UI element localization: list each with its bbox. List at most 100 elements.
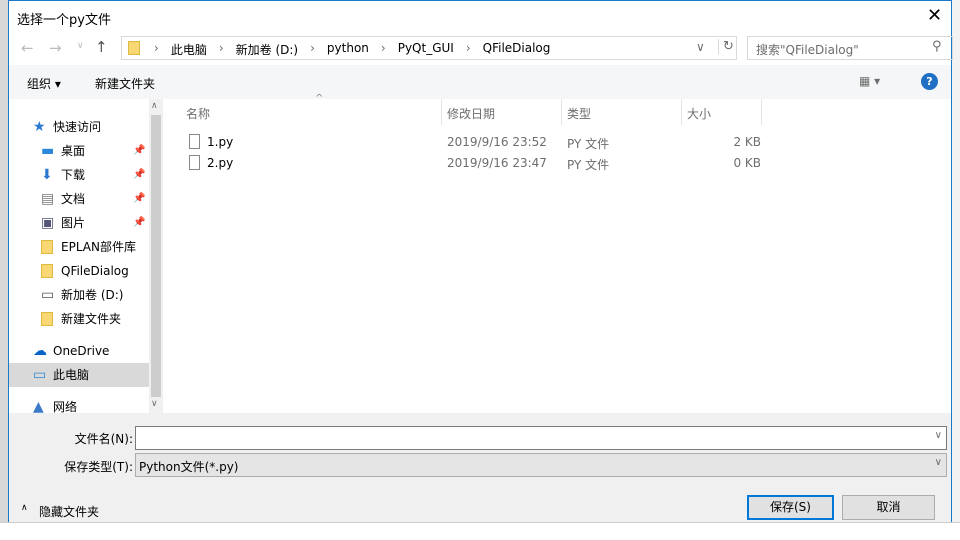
file-date: 2019/9/16 23:52: [447, 135, 547, 149]
document-icon: ▤: [41, 191, 55, 207]
ide-editor-area: [0, 522, 960, 540]
hide-folders-button[interactable]: 隐藏文件夹: [39, 503, 99, 520]
sidebar-item-label: 新加卷 (D:): [61, 288, 124, 302]
breadcrumb-item[interactable]: python: [327, 41, 369, 58]
sidebar-item[interactable]: ☁ OneDrive: [9, 339, 149, 363]
file-type: PY 文件: [567, 137, 610, 151]
sidebar-item[interactable]: ▭ 此电脑: [9, 363, 149, 387]
chevron-up-icon[interactable]: ∧: [21, 503, 28, 513]
file-icon: [189, 134, 200, 149]
address-bar[interactable]: › 此电脑 › 新加卷 (D:) › python › PyQt_GUI › QFileDialo…: [121, 36, 737, 60]
breadcrumb-item[interactable]: 新加卷 (D:): [236, 41, 298, 58]
breadcrumb-separator-icon[interactable]: ›: [381, 41, 386, 58]
save-button[interactable]: 保存(S): [747, 495, 834, 520]
sidebar-item[interactable]: ▭ 新加卷 (D:): [9, 283, 149, 307]
breadcrumb-separator-icon[interactable]: ›: [154, 41, 159, 58]
sidebar-item[interactable]: QFileDialog: [9, 259, 149, 283]
sidebar-item-label: 文档: [61, 192, 86, 206]
scrollbar-thumb[interactable]: [151, 115, 161, 397]
sidebar-item[interactable]: ⬇ 下载 📌: [9, 163, 149, 187]
pin-icon: 📌: [133, 169, 146, 180]
column-name[interactable]: 名称: [186, 105, 210, 122]
column-date[interactable]: 修改日期: [447, 105, 495, 122]
close-icon[interactable]: ✕: [927, 5, 942, 26]
file-row[interactable]: 1.py 2019/9/16 23:52 PY 文件 2 KB: [181, 132, 771, 153]
breadcrumb: › 此电脑 › 新加卷 (D:) › python › PyQt_GUI › QFileDialo…: [148, 41, 550, 58]
file-size: 0 KB: [733, 156, 761, 170]
cloud-icon: ☁: [33, 343, 47, 359]
folder-icon: [41, 240, 53, 254]
folder-icon: [128, 41, 140, 55]
sidebar-item-label: 图片: [61, 216, 86, 230]
sidebar-item[interactable]: 新建文件夹: [9, 307, 149, 331]
view-options-icon[interactable]: ▦ ▾: [859, 74, 880, 88]
sidebar-item-label: EPLAN部件库: [61, 240, 136, 254]
organize-button[interactable]: 组织 ▾: [27, 75, 61, 92]
sidebar-item-label: 快速访问: [53, 120, 102, 134]
filename-label: 文件名(N):: [74, 432, 133, 446]
refresh-icon[interactable]: ↻: [718, 39, 734, 54]
breadcrumb-item[interactable]: 此电脑: [171, 41, 207, 58]
forward-icon[interactable]: →: [49, 39, 62, 57]
cancel-button[interactable]: 取消: [842, 495, 935, 520]
search-icon: ⚲: [932, 39, 942, 54]
search-placeholder: 搜索"QFileDialog": [756, 43, 859, 57]
chevron-down-icon[interactable]: ∨: [935, 457, 942, 468]
window-title: 选择一个py文件: [17, 13, 111, 28]
back-icon[interactable]: ←: [21, 39, 34, 57]
star-icon: ★: [33, 119, 46, 135]
breadcrumb-item[interactable]: QFileDialog: [483, 41, 551, 58]
file-name: 1.py: [207, 135, 234, 149]
sidebar-item[interactable]: EPLAN部件库: [9, 235, 149, 259]
sort-ascending-icon: ^: [315, 93, 324, 104]
new-folder-button[interactable]: 新建文件夹: [95, 75, 155, 92]
sidebar-item-label: QFileDialog: [61, 264, 129, 278]
filetype-value: Python文件(*.py): [139, 460, 239, 474]
filetype-select[interactable]: Python文件(*.py) ∨: [135, 453, 947, 477]
sidebar-item[interactable]: ★ 快速访问: [9, 115, 149, 139]
file-size: 2 KB: [733, 135, 761, 149]
column-type[interactable]: 类型: [567, 105, 591, 122]
toolbar: 组织 ▾ 新建文件夹 ▦ ▾ ?: [9, 65, 951, 99]
sidebar-item-label: 新建文件夹: [61, 312, 122, 326]
navigation-pane: ★ 快速访问 ▬ 桌面 📌 ⬇ 下载 📌 ▤ 文档 📌 ▣ 图片 📌 EPLAN部件库 QFileDialog…: [9, 99, 163, 415]
sidebar-item-label: OneDrive: [53, 344, 110, 358]
breadcrumb-separator-icon[interactable]: ›: [310, 41, 315, 58]
scroll-down-icon[interactable]: ∨: [151, 399, 158, 409]
breadcrumb-separator-icon[interactable]: ›: [466, 41, 471, 58]
help-icon[interactable]: ?: [921, 73, 938, 90]
desktop-icon: ▬: [41, 143, 55, 159]
pin-icon: 📌: [133, 217, 146, 228]
recent-chevron-icon[interactable]: ∨: [77, 41, 84, 51]
sidebar-item-label: 此电脑: [53, 368, 90, 382]
breadcrumb-separator-icon[interactable]: ›: [219, 41, 224, 58]
drive-icon: ▭: [41, 287, 55, 303]
sidebar-item-label: 下载: [61, 168, 86, 182]
pin-icon: 📌: [133, 193, 146, 204]
sidebar-item[interactable]: ▤ 文档 📌: [9, 187, 149, 211]
download-icon: ⬇: [41, 167, 53, 183]
up-icon[interactable]: ↑: [95, 38, 108, 56]
file-list-header: ^ 名称 修改日期 类型 大小: [171, 93, 951, 125]
filetype-label: 保存类型(T):: [64, 460, 133, 474]
picture-icon: ▣: [41, 215, 55, 231]
folder-icon: [41, 312, 53, 326]
file-icon: [189, 155, 200, 170]
chevron-down-icon[interactable]: ∨: [696, 40, 705, 54]
file-type: PY 文件: [567, 158, 610, 172]
file-name: 2.py: [207, 156, 234, 170]
search-input[interactable]: 搜索"QFileDialog" ⚲: [747, 36, 953, 60]
file-dialog: 选择一个py文件 ✕ ← → ∨ ↑ › 此电脑 › 新加卷 (D:) › python ›…: [8, 0, 953, 522]
breadcrumb-item[interactable]: PyQt_GUI: [398, 41, 454, 58]
sidebar-item[interactable]: ▬ 桌面 📌: [9, 139, 149, 163]
folder-icon: [41, 264, 53, 278]
column-size[interactable]: 大小: [687, 105, 711, 122]
sidebar-item[interactable]: ▣ 图片 📌: [9, 211, 149, 235]
pin-icon: 📌: [133, 145, 146, 156]
chevron-down-icon[interactable]: ∨: [935, 430, 942, 441]
filename-input[interactable]: ∨: [135, 426, 947, 450]
scroll-up-icon[interactable]: ∧: [151, 101, 158, 111]
computer-icon: ▭: [33, 367, 47, 383]
file-row[interactable]: 2.py 2019/9/16 23:47 PY 文件 0 KB: [181, 153, 771, 174]
file-date: 2019/9/16 23:47: [447, 156, 547, 170]
